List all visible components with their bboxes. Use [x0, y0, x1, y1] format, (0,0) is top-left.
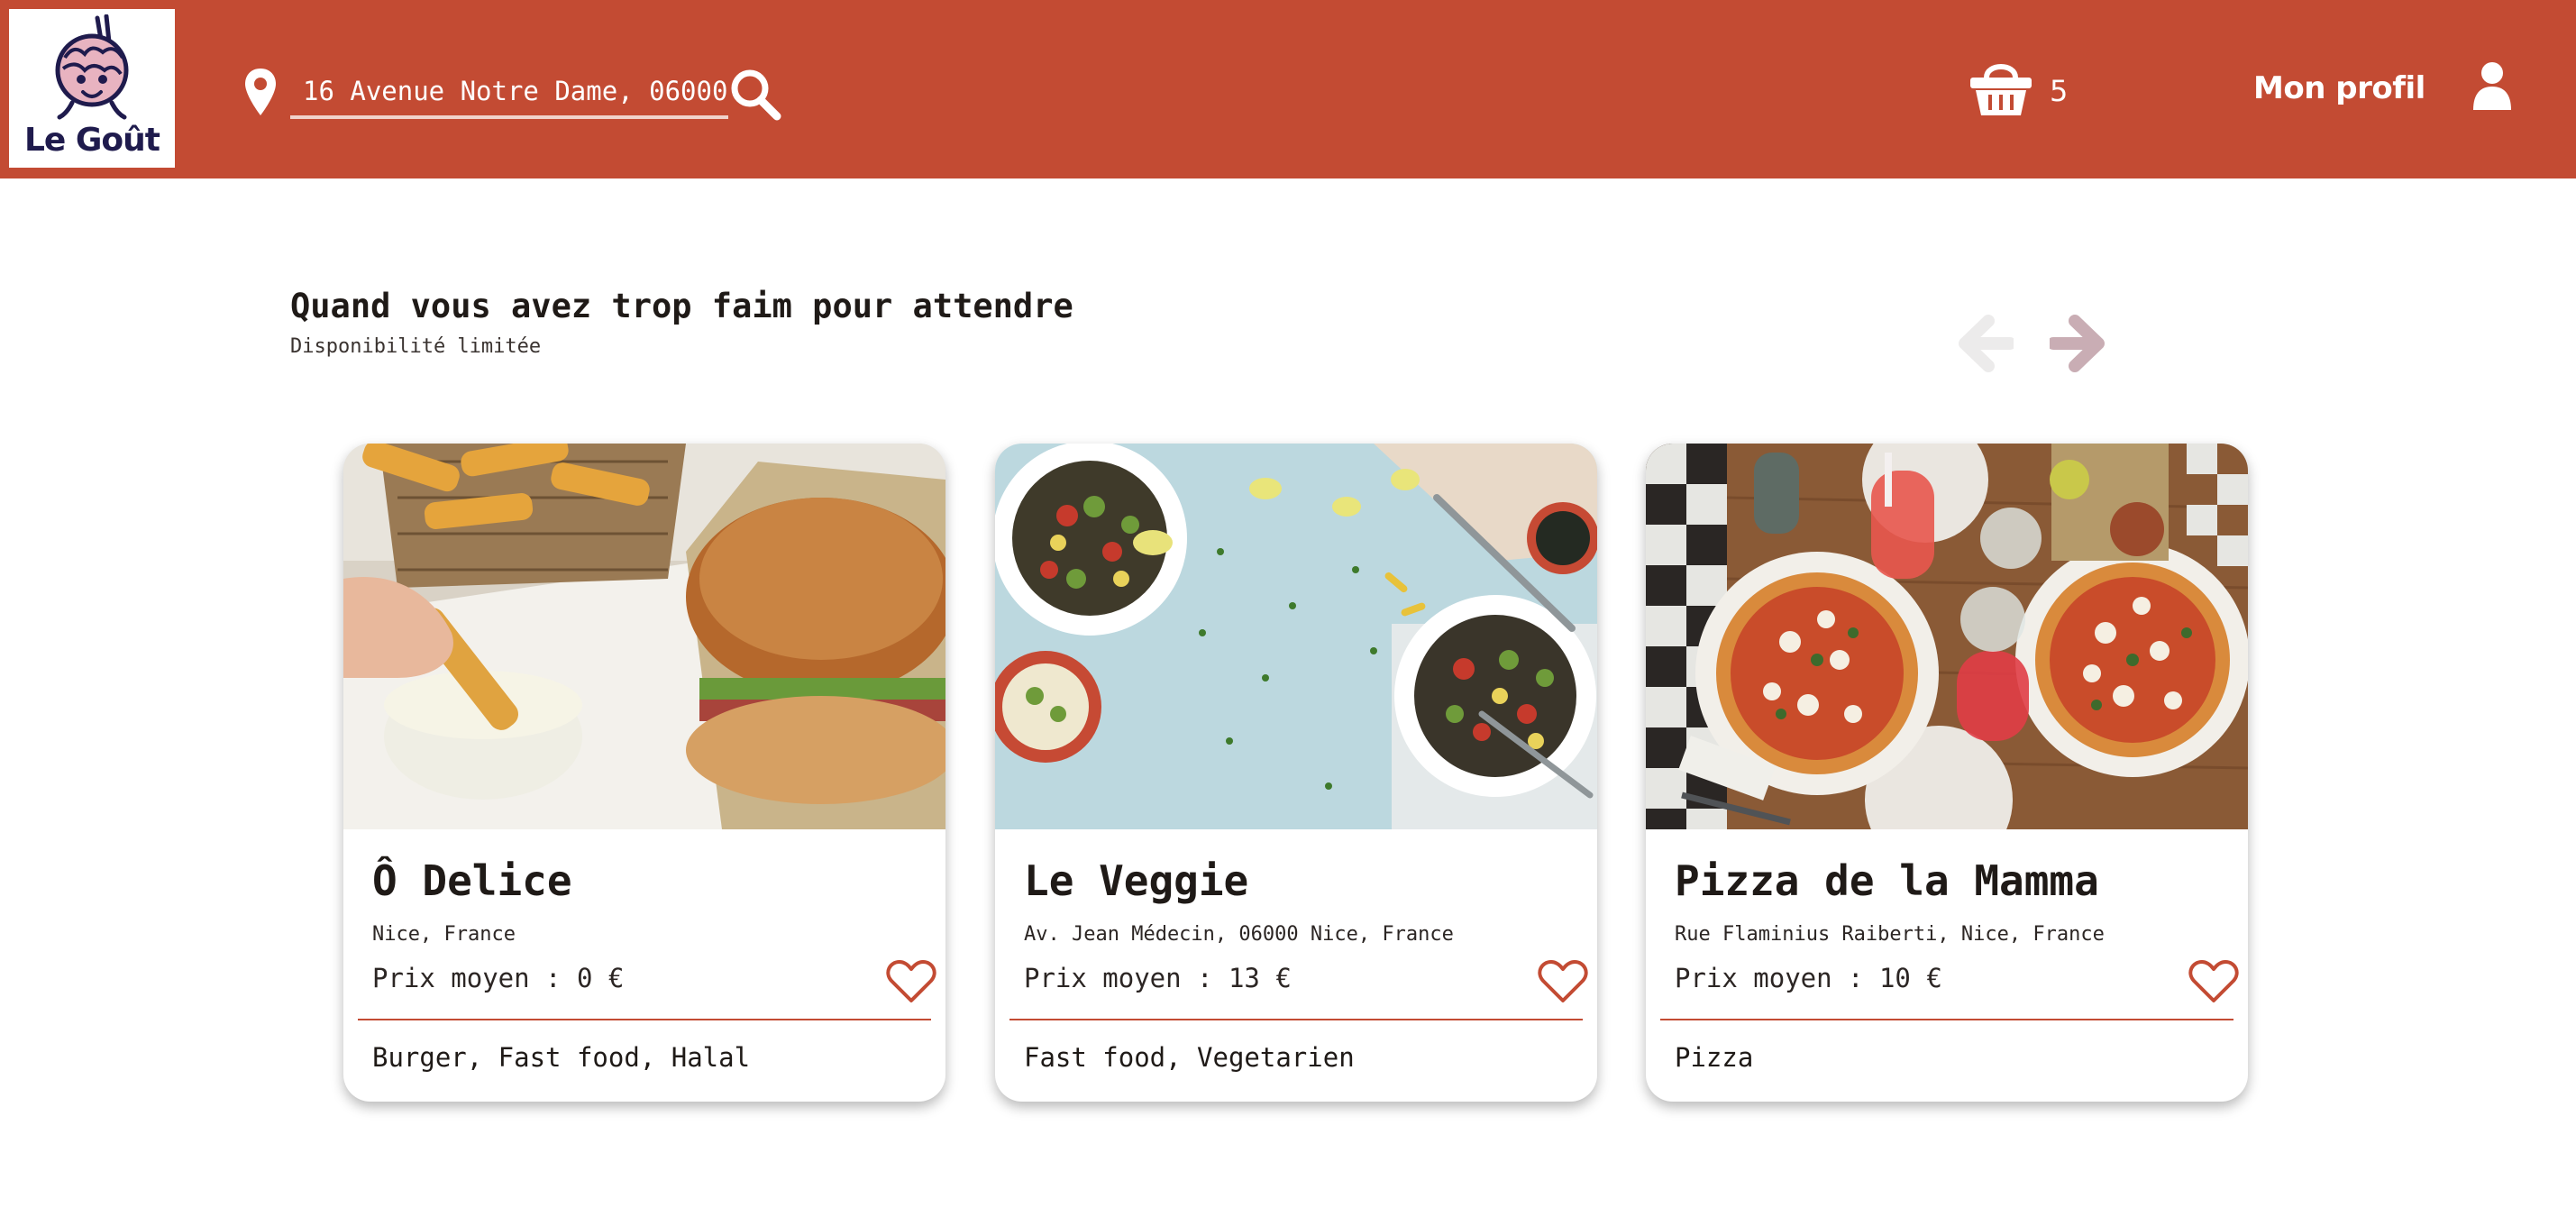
section-title: Quand vous avez trop faim pour attendre — [290, 287, 1073, 325]
address-search-input[interactable] — [290, 67, 728, 119]
restaurant-card[interactable]: Pizza de la Mamma Rue Flaminius Raiberti… — [1646, 444, 2248, 1102]
heart-icon[interactable] — [1538, 959, 1588, 1004]
restaurant-card[interactable]: Ô Delice Nice, France Prix moyen : 0 € B… — [343, 444, 945, 1102]
restaurant-name[interactable]: Ô Delice — [372, 856, 572, 905]
restaurant-address: Rue Flaminius Raiberti, Nice, France — [1675, 923, 2105, 946]
top-header: Le Goût 5 Mon profil — [0, 0, 2576, 178]
user-icon[interactable] — [2471, 61, 2513, 112]
restaurant-tags: Burger, Fast food, Halal — [372, 1042, 751, 1073]
restaurant-tags: Pizza — [1675, 1042, 1754, 1073]
brand-logo[interactable]: Le Goût — [9, 9, 175, 168]
search-icon[interactable] — [728, 67, 782, 121]
restaurant-price: Prix moyen : 0 € — [372, 963, 625, 993]
location-pin-icon — [245, 69, 276, 115]
salad-bowls-photo — [995, 444, 1597, 829]
section-subtitle: Disponibilité limitée — [290, 335, 542, 358]
card-divider — [358, 1019, 931, 1020]
restaurant-card[interactable]: Le Veggie Av. Jean Médecin, 06000 Nice, … — [995, 444, 1597, 1102]
restaurant-price: Prix moyen : 10 € — [1675, 963, 1942, 993]
restaurant-tags: Fast food, Vegetarien — [1024, 1042, 1355, 1073]
burger-fries-photo — [343, 444, 945, 829]
restaurant-address: Nice, France — [372, 923, 516, 946]
heart-icon[interactable] — [2188, 959, 2239, 1004]
heart-icon[interactable] — [886, 959, 936, 1004]
pizzas-table-photo — [1646, 444, 2248, 829]
basket-icon[interactable] — [1969, 58, 2033, 117]
arrow-left-icon[interactable] — [1954, 312, 2014, 375]
restaurant-price: Prix moyen : 13 € — [1024, 963, 1292, 993]
cart-count-badge: 5 — [2050, 74, 2069, 108]
card-divider — [1660, 1019, 2233, 1020]
arrow-right-icon[interactable] — [2050, 312, 2109, 375]
card-divider — [1009, 1019, 1583, 1020]
brand-name: Le Goût — [23, 122, 160, 159]
noodle-bowl-mascot-icon — [55, 14, 129, 120]
restaurant-name[interactable]: Le Veggie — [1024, 856, 1248, 905]
restaurant-name[interactable]: Pizza de la Mamma — [1675, 856, 2099, 905]
profile-link[interactable]: Mon profil — [2253, 70, 2425, 106]
restaurant-address: Av. Jean Médecin, 06000 Nice, France — [1024, 923, 1454, 946]
